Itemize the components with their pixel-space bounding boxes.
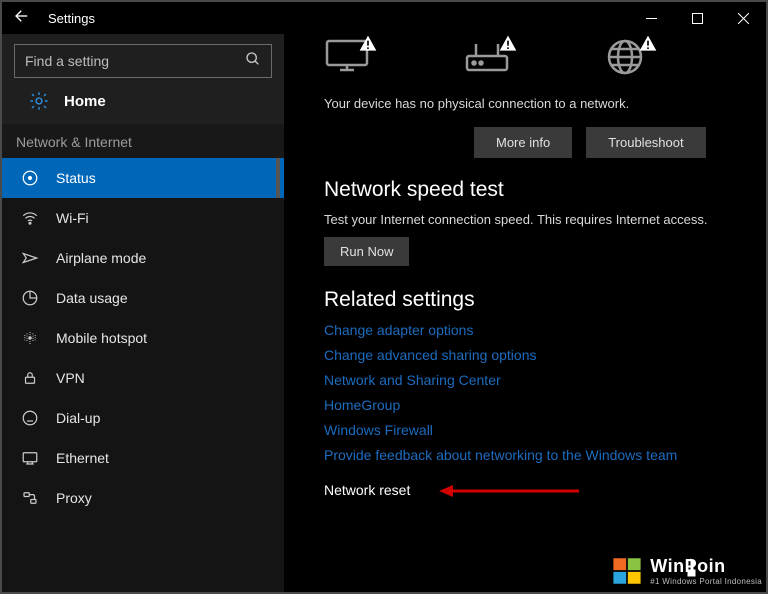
airplane-icon <box>20 249 40 267</box>
nav-item-dialup[interactable]: Dial-up <box>2 398 284 438</box>
nav-item-airplane[interactable]: Airplane mode <box>2 238 284 278</box>
status-buttons: More info Troubleshoot <box>474 127 742 158</box>
nav-label: Status <box>56 170 96 186</box>
warning-icon <box>358 34 378 59</box>
ethernet-icon <box>20 449 40 467</box>
search-icon <box>245 51 261 72</box>
vpn-icon <box>20 369 40 387</box>
speed-test-desc: Test your Internet connection speed. Thi… <box>324 212 742 227</box>
nav-item-ethernet[interactable]: Ethernet <box>2 438 284 478</box>
nav-label: Data usage <box>56 290 128 306</box>
sidebar-top: Home <box>2 34 284 124</box>
data-usage-icon <box>20 289 40 307</box>
window-title: Settings <box>48 11 628 26</box>
network-reset-link[interactable]: Network reset <box>324 482 410 498</box>
status-icon <box>20 169 40 187</box>
nav-item-proxy[interactable]: Proxy <box>2 478 284 518</box>
link-firewall[interactable]: Windows Firewall <box>324 422 742 438</box>
category-label: Network & Internet <box>2 124 284 158</box>
nav-label: Airplane mode <box>56 250 146 266</box>
link-network-center[interactable]: Network and Sharing Center <box>324 372 742 388</box>
search-input[interactable] <box>25 53 245 69</box>
body: Home Network & Internet Status Wi-Fi <box>2 34 766 592</box>
content-pane: Your device has no physical connection t… <box>284 34 766 592</box>
nav-item-status[interactable]: Status <box>2 158 284 198</box>
related-heading: Related settings <box>324 288 742 312</box>
sidebar: Home Network & Internet Status Wi-Fi <box>2 34 284 592</box>
window-controls <box>628 2 766 34</box>
network-icon-row <box>324 34 742 90</box>
close-button[interactable] <box>720 2 766 34</box>
search-box[interactable] <box>14 44 272 78</box>
nav-label: Dial-up <box>56 410 100 426</box>
titlebar: Settings <box>2 2 766 34</box>
warning-icon <box>498 34 518 59</box>
gear-icon <box>28 90 50 112</box>
nav-list: Status Wi-Fi Airplane mode <box>2 158 284 592</box>
troubleshoot-button[interactable]: Troubleshoot <box>586 127 705 158</box>
annotation-arrow <box>439 482 579 500</box>
run-now-button[interactable]: Run Now <box>324 237 409 266</box>
nav-item-hotspot[interactable]: Mobile hotspot <box>2 318 284 358</box>
scrollbar-thumb[interactable] <box>276 158 280 198</box>
dialup-icon <box>20 409 40 427</box>
link-sharing-options[interactable]: Change advanced sharing options <box>324 347 742 363</box>
nav-label: Proxy <box>56 490 92 506</box>
nav-label: Mobile hotspot <box>56 330 147 346</box>
settings-window: Settings <box>2 2 766 592</box>
home-link[interactable]: Home <box>14 78 272 120</box>
nav-item-wifi[interactable]: Wi-Fi <box>2 198 284 238</box>
mouse-cursor-icon <box>682 555 702 584</box>
maximize-button[interactable] <box>674 2 720 34</box>
globe-icon <box>604 38 654 78</box>
router-icon <box>464 38 514 78</box>
minimize-button[interactable] <box>628 2 674 34</box>
home-label: Home <box>64 93 106 110</box>
link-homegroup[interactable]: HomeGroup <box>324 397 742 413</box>
warning-icon <box>638 34 658 59</box>
proxy-icon <box>20 489 40 507</box>
nav-label: Ethernet <box>56 450 109 466</box>
pc-icon <box>324 38 374 78</box>
nav-label: Wi-Fi <box>56 210 89 226</box>
nav-label: VPN <box>56 370 85 386</box>
hotspot-icon <box>20 329 40 347</box>
wifi-icon <box>20 209 40 227</box>
link-feedback[interactable]: Provide feedback about networking to the… <box>324 447 742 463</box>
nav-item-data-usage[interactable]: Data usage <box>2 278 284 318</box>
network-reset-row: Network reset <box>324 472 742 508</box>
nav-item-vpn[interactable]: VPN <box>2 358 284 398</box>
status-message: Your device has no physical connection t… <box>324 96 742 111</box>
link-adapter-options[interactable]: Change adapter options <box>324 322 742 338</box>
speed-test-heading: Network speed test <box>324 178 742 202</box>
back-button[interactable] <box>2 7 42 30</box>
more-info-button[interactable]: More info <box>474 127 572 158</box>
